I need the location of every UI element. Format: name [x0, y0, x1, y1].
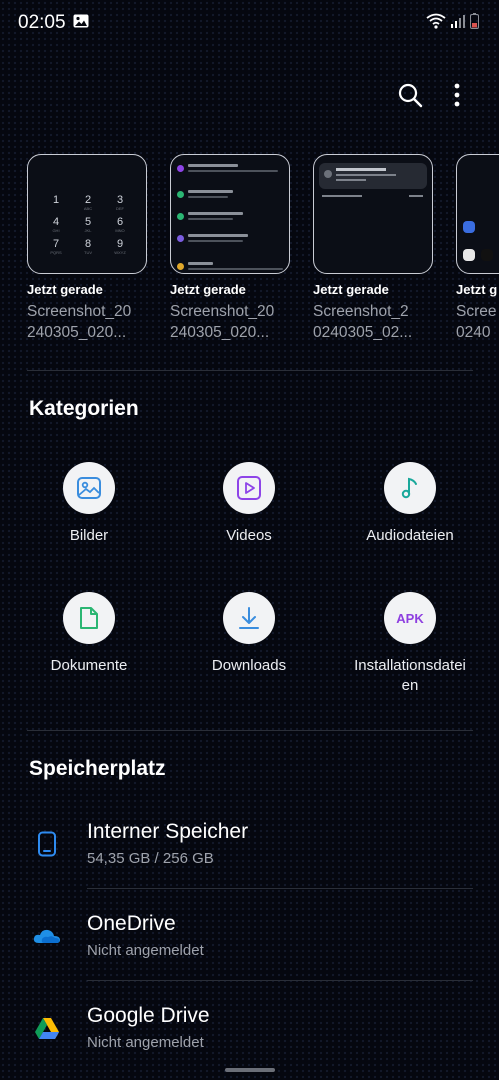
storage-title-text: Google Drive	[87, 1004, 210, 1027]
recent-file-name-cont: 0240305_02...	[313, 324, 413, 341]
home-indicator[interactable]	[225, 1068, 275, 1072]
document-icon	[63, 592, 115, 644]
category-label: Bilder	[69, 527, 109, 544]
signal-icon	[451, 14, 465, 33]
google-drive-icon	[33, 1014, 61, 1042]
recent-file-name: Screenshot_2	[313, 303, 409, 320]
keypad-preview: 1 2 ABC 3 DEF 4 GHI 5 JKL 6 MNO 7 PQRS 8 TUV 9 WXYZ	[50, 194, 126, 256]
search-icon	[397, 82, 423, 113]
divider	[27, 370, 473, 371]
search-button[interactable]	[393, 80, 427, 114]
category-label-cont: en	[401, 677, 419, 694]
divider	[87, 980, 473, 981]
phone-icon	[33, 830, 61, 858]
wifi-icon	[426, 13, 446, 34]
storage-title-text: OneDrive	[87, 912, 176, 935]
recent-file-card[interactable]: Jetzt gerade Screenshot_20 240305_020...	[170, 154, 290, 343]
storage-subtitle: Nicht angemeldet	[87, 942, 204, 959]
storage-internal[interactable]: Interner Speicher 54,35 GB / 256 GB	[0, 812, 499, 902]
recent-file-card[interactable]: 1 2 ABC 3 DEF 4 GHI 5 JKL 6 MNO 7 PQRS 8 TUV 9 WXYZ J…	[27, 154, 147, 343]
category-downloads[interactable]: Downloads	[174, 592, 324, 676]
recent-file-time: Jetzt g	[456, 282, 498, 297]
screenshot-thumbnail: 1 2 ABC 3 DEF 4 GHI 5 JKL 6 MNO 7 PQRS 8 TUV 9 WXYZ	[27, 154, 147, 274]
recent-file-name: Screenshot_20	[170, 303, 275, 320]
category-label: Dokumente	[50, 657, 128, 674]
divider	[27, 730, 473, 731]
recent-file-time: Jetzt gerade	[27, 282, 103, 297]
recent-file-name-cont: 240305_020...	[27, 324, 127, 341]
category-label: Installationsdatei	[354, 657, 466, 674]
screenshot-thumbnail	[313, 154, 433, 274]
categories-title: Kategorien	[29, 397, 139, 420]
battery-icon	[470, 13, 479, 34]
category-audio[interactable]: Audiodateien	[335, 462, 485, 546]
image-icon	[63, 462, 115, 514]
divider	[87, 888, 473, 889]
storage-title: Speicherplatz	[29, 757, 166, 780]
recent-file-time: Jetzt gerade	[313, 282, 389, 297]
music-note-icon	[384, 462, 436, 514]
recent-file-card[interactable]: Jetzt gerade Screenshot_2 0240305_02...	[313, 154, 433, 343]
category-images[interactable]: Bilder	[14, 462, 164, 546]
storage-onedrive[interactable]: OneDrive Nicht angemeldet	[0, 904, 499, 994]
apk-icon-text: APK	[396, 610, 424, 626]
category-label: Audiodateien	[366, 527, 454, 544]
recent-file-time: Jetzt gerade	[170, 282, 246, 297]
recent-file-card[interactable]: Jetzt g Scree 0240	[456, 154, 499, 343]
more-options-button[interactable]	[440, 80, 474, 114]
status-time: 02:05	[18, 12, 66, 33]
category-label: Downloads	[211, 657, 287, 674]
onedrive-icon	[33, 922, 61, 950]
category-videos[interactable]: Videos	[174, 462, 324, 546]
recent-file-name: Scree	[456, 303, 497, 320]
screenshot-thumbnail	[170, 154, 290, 274]
storage-subtitle: Nicht angemeldet	[87, 1034, 204, 1051]
screenshot-thumbnail	[456, 154, 499, 274]
status-bar: 02:05	[0, 0, 499, 46]
gallery-notification-icon	[73, 14, 89, 33]
download-icon	[223, 592, 275, 644]
video-icon	[223, 462, 275, 514]
notification-preview	[319, 163, 427, 189]
recent-files: 1 2 ABC 3 DEF 4 GHI 5 JKL 6 MNO 7 PQRS 8 TUV 9 WXYZ J…	[27, 154, 499, 354]
category-label: Videos	[226, 527, 272, 544]
category-installation-files[interactable]: APK Installationsdatei en	[335, 592, 485, 696]
recent-file-name-cont: 240305_020...	[170, 324, 270, 341]
apk-icon: APK	[384, 592, 436, 644]
recent-file-name: Screenshot_20	[27, 303, 132, 320]
storage-subtitle: 54,35 GB / 256 GB	[87, 850, 214, 867]
storage-title-text: Interner Speicher	[87, 820, 249, 843]
category-documents[interactable]: Dokumente	[14, 592, 164, 676]
recent-file-name-cont: 0240	[456, 324, 491, 341]
more-vertical-icon	[454, 83, 460, 112]
